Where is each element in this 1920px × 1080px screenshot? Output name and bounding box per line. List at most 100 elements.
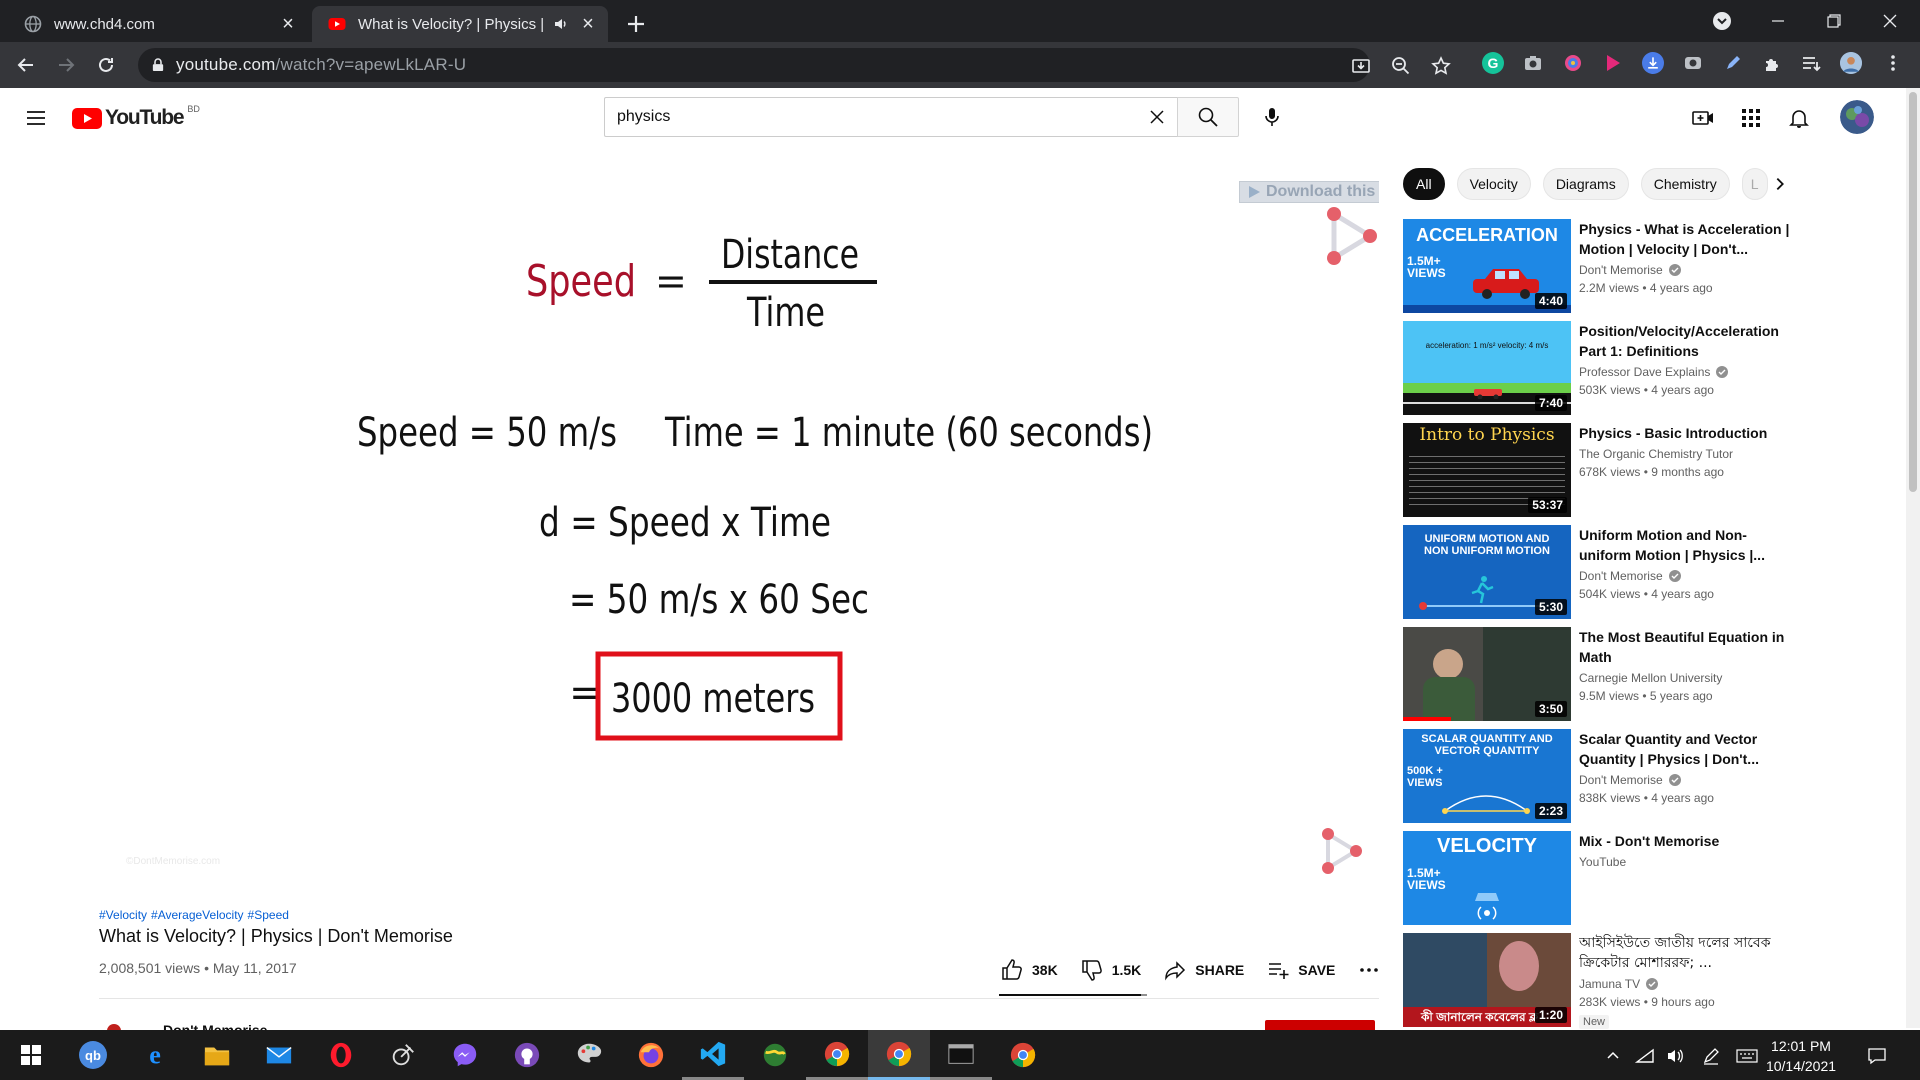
rec-item[interactable]: কী জানালেন কবেলের ক্ল 1:20 আইসিইউতে জাতী…: [1403, 933, 1823, 1035]
hashtag-link[interactable]: #Speed: [248, 908, 289, 922]
network-tray-icon[interactable]: [1634, 1045, 1656, 1067]
rec-title[interactable]: Physics - Basic Introduction: [1579, 423, 1791, 443]
rec-title[interactable]: The Most Beautiful Equation in Math: [1579, 627, 1791, 667]
zoom-icon[interactable]: [1390, 55, 1412, 77]
rec-title[interactable]: Physics - What is Acceleration | Motion …: [1579, 219, 1791, 259]
start-button[interactable]: [0, 1030, 62, 1080]
rec-title[interactable]: Mix - Don't Memorise: [1579, 831, 1791, 851]
chrome-menu-icon[interactable]: [1882, 52, 1904, 74]
rec-item[interactable]: VELOCITY 1.5M+ VIEWS Mix - Don't Memoris…: [1403, 831, 1823, 933]
tab-close-icon[interactable]: ×: [278, 13, 298, 35]
rec-channel[interactable]: The Organic Chemistry Tutor: [1579, 447, 1733, 461]
rec-channel[interactable]: Don't Memorise: [1579, 263, 1681, 277]
share-button[interactable]: SHARE: [1163, 958, 1244, 982]
profile-avatar-icon[interactable]: [1840, 52, 1862, 74]
restore-button[interactable]: [1804, 0, 1864, 42]
volume-tray-icon[interactable]: [1664, 1045, 1686, 1067]
search-input[interactable]: physics: [605, 108, 1137, 126]
hashtag-link[interactable]: #Velocity: [99, 908, 147, 922]
minimize-button[interactable]: [1748, 0, 1808, 42]
taskbar-vscode[interactable]: [682, 1030, 744, 1080]
voice-search-button[interactable]: [1252, 97, 1292, 137]
video-player[interactable]: Speed = Distance Time Speed = 50 m/s Tim…: [99, 166, 1379, 886]
show-hidden-icons-button[interactable]: [1602, 1045, 1624, 1067]
reload-button[interactable]: [92, 51, 120, 79]
apps-button[interactable]: [1736, 103, 1766, 133]
action-center-button[interactable]: [1866, 1045, 1888, 1067]
rec-thumbnail[interactable]: acceleration: 1 m/s² velocity: 4 m/s 7:4…: [1403, 321, 1571, 415]
rec-thumbnail[interactable]: SCALAR QUANTITY AND VECTOR QUANTITY 500K…: [1403, 729, 1571, 823]
subscribe-button[interactable]: [1265, 1020, 1375, 1030]
taskbar-qbittorrent[interactable]: qb: [62, 1030, 124, 1080]
grammarly-extension-icon[interactable]: G: [1482, 52, 1504, 74]
address-bar[interactable]: youtube.com/watch?v=apewLkLAR-U: [138, 48, 1451, 82]
taskbar-globe-app[interactable]: [744, 1030, 806, 1080]
search-box[interactable]: physics: [604, 97, 1177, 137]
page-scrollbar-thumb[interactable]: [1909, 92, 1917, 492]
install-app-icon[interactable]: [1350, 55, 1372, 77]
guide-menu-button[interactable]: [24, 106, 48, 130]
chip-diagrams[interactable]: Diagrams: [1542, 168, 1629, 200]
tab-search-button[interactable]: [1692, 0, 1752, 42]
puzzle-extensions-icon[interactable]: [1762, 52, 1784, 74]
taskbar-github-desktop[interactable]: [496, 1030, 558, 1080]
chips-next-button[interactable]: [1766, 170, 1794, 198]
chip-all[interactable]: All: [1403, 168, 1445, 200]
rec-thumbnail[interactable]: কী জানালেন কবেলের ক্ল 1:20: [1403, 933, 1571, 1027]
notifications-button[interactable]: [1784, 103, 1814, 133]
tab-youtube-velocity[interactable]: What is Velocity? | Physics | Don't Memo…: [312, 6, 608, 42]
rec-title[interactable]: আইসিইউতে জাতীয় দলের সাবেক ক্রিকেটার মোশ…: [1579, 933, 1791, 973]
taskbar-firefox[interactable]: [620, 1030, 682, 1080]
keyboard-tray-icon[interactable]: [1736, 1045, 1758, 1067]
taskbar-satellite-app[interactable]: [372, 1030, 434, 1080]
new-tab-button[interactable]: [624, 12, 648, 36]
taskbar-file-explorer[interactable]: [186, 1030, 248, 1080]
chip-partial[interactable]: L: [1741, 168, 1768, 200]
taskbar-chrome-3[interactable]: [992, 1030, 1054, 1080]
taskbar-chrome-2[interactable]: [868, 1030, 930, 1080]
rec-channel[interactable]: Professor Dave Explains: [1579, 365, 1729, 379]
rec-thumbnail[interactable]: Intro to Physics 53:37: [1403, 423, 1571, 517]
rec-channel[interactable]: Jamuna TV: [1579, 977, 1659, 991]
rec-channel[interactable]: YouTube: [1579, 855, 1626, 869]
close-window-button[interactable]: [1860, 0, 1920, 42]
chip-velocity[interactable]: Velocity: [1456, 168, 1531, 200]
rec-title[interactable]: Uniform Motion and Non-uniform Motion | …: [1579, 525, 1791, 565]
like-button[interactable]: 38K: [1000, 958, 1058, 982]
hashtag-link[interactable]: #AverageVelocity: [151, 908, 244, 922]
rec-thumbnail[interactable]: VELOCITY 1.5M+ VIEWS: [1403, 831, 1571, 925]
tab-chd4[interactable]: www.chd4.com ×: [8, 6, 308, 42]
rec-item[interactable]: 3:50 The Most Beautiful Equation in Math…: [1403, 627, 1823, 729]
download-extension-icon[interactable]: [1642, 52, 1664, 74]
taskbar-terminal[interactable]: [930, 1030, 992, 1080]
taskbar-paint-app[interactable]: [558, 1030, 620, 1080]
camera-extension-icon[interactable]: [1522, 52, 1544, 74]
taskbar-opera[interactable]: [310, 1030, 372, 1080]
rec-channel[interactable]: Don't Memorise: [1579, 569, 1681, 583]
pen-tray-icon[interactable]: [1700, 1045, 1722, 1067]
colorful-extension-icon[interactable]: [1562, 52, 1584, 74]
reading-list-icon[interactable]: [1800, 52, 1822, 74]
back-button[interactable]: [12, 51, 40, 79]
system-clock[interactable]: 12:01 PM 10/14/2021: [1756, 1036, 1846, 1076]
rec-item[interactable]: Intro to Physics 53:37 Physics - Basic I…: [1403, 423, 1823, 525]
save-button[interactable]: SAVE: [1266, 958, 1335, 982]
clear-search-button[interactable]: [1137, 98, 1177, 136]
rec-item[interactable]: UNIFORM MOTION AND NON UNIFORM MOTION 5:…: [1403, 525, 1823, 627]
dark-extension-icon[interactable]: [1682, 52, 1704, 74]
forward-button[interactable]: [52, 51, 80, 79]
rec-title[interactable]: Scalar Quantity and Vector Quantity | Ph…: [1579, 729, 1791, 769]
taskbar-edge[interactable]: e: [124, 1030, 186, 1080]
dislike-button[interactable]: 1.5K: [1080, 958, 1141, 982]
rec-thumbnail[interactable]: ACCELERATION 1.5M+ VIEWS 4:40: [1403, 219, 1571, 313]
rec-item[interactable]: ACCELERATION 1.5M+ VIEWS 4:40 Physics - …: [1403, 219, 1823, 321]
create-video-button[interactable]: [1688, 103, 1718, 133]
rec-thumbnail[interactable]: UNIFORM MOTION AND NON UNIFORM MOTION 5:…: [1403, 525, 1571, 619]
more-actions-button[interactable]: [1357, 958, 1389, 982]
rec-item[interactable]: acceleration: 1 m/s² velocity: 4 m/s 7:4…: [1403, 321, 1823, 423]
tab-close-icon[interactable]: ×: [578, 13, 598, 35]
rec-item[interactable]: SCALAR QUANTITY AND VECTOR QUANTITY 500K…: [1403, 729, 1823, 831]
play-extension-icon[interactable]: [1602, 52, 1624, 74]
rec-channel[interactable]: Don't Memorise: [1579, 773, 1681, 787]
download-video-banner[interactable]: Download this video ? ×: [1239, 181, 1379, 203]
